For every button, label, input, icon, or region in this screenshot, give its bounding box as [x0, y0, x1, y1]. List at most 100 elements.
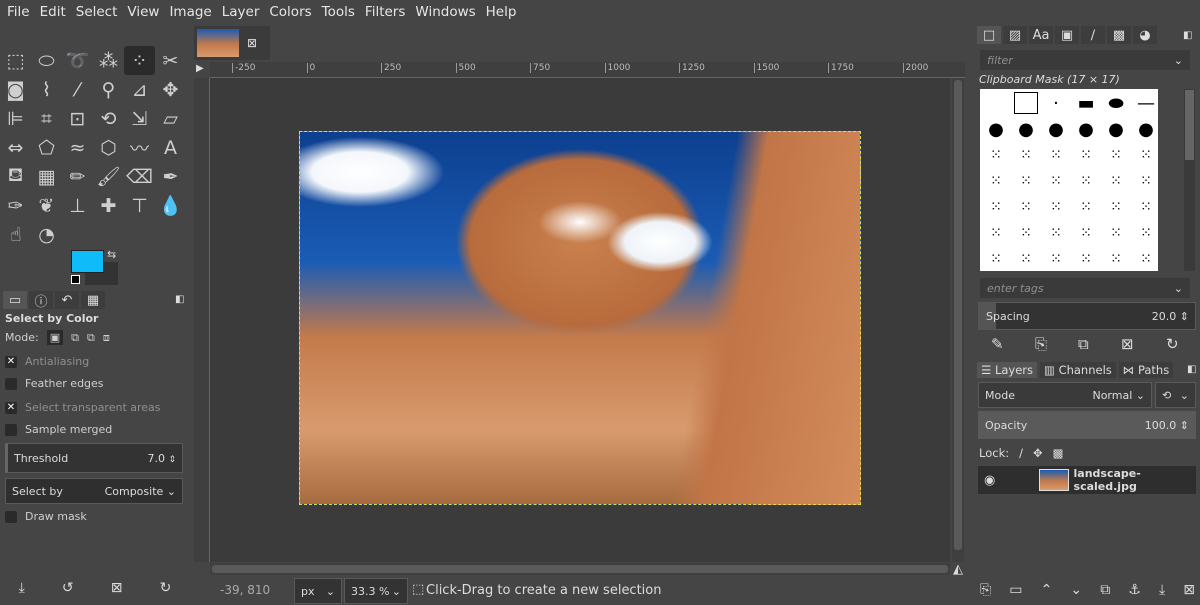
brush-item[interactable]: ⁙ — [1044, 196, 1068, 218]
tab-channels[interactable]: ▥ Channels — [1040, 362, 1116, 378]
brush-item[interactable]: ⁙ — [1014, 170, 1038, 192]
mode-add-icon[interactable]: ⧉ — [71, 331, 79, 345]
tool-heal-icon[interactable]: ✚ — [93, 191, 124, 220]
tool-clone-icon[interactable]: ⊥ — [62, 191, 93, 220]
brush-item[interactable]: · — [1044, 92, 1068, 114]
tab-palettes[interactable]: ◕ — [1133, 26, 1157, 44]
tool-smudge-icon[interactable]: ☝ — [0, 220, 31, 249]
brush-grid[interactable]: · ▬ ⬬ — ● ● ● ● ● ● ⁙ ⁙ ⁙ ⁙ ⁙ ⁙ ⁙ ⁙ ⁙ ⁙ ⁙ ⁙ ⁙ ⁙ ⁙ ⁙ ⁙ ⁙ ⁙ ⁙ ⁙ ⁙ ⁙ ⁙ ⁙ ⁙ ⁙ ⁙ ⁙ ⁙ — [980, 89, 1158, 271]
tab-fonts[interactable]: Aa — [1029, 26, 1053, 44]
menu-image[interactable]: Image — [164, 4, 216, 20]
brush-item[interactable] — [984, 92, 1008, 114]
menu-help[interactable]: Help — [481, 4, 522, 20]
brush-item[interactable]: ● — [1044, 118, 1068, 140]
brush-item[interactable]: ⁙ — [1074, 144, 1098, 166]
new-layer-group-icon[interactable]: ▭ — [1009, 582, 1022, 598]
brush-item[interactable]: ⁙ — [1014, 144, 1038, 166]
tool-pencil-icon[interactable]: ✏ — [62, 162, 93, 191]
tool-crop-icon[interactable]: ⌗ — [31, 104, 62, 133]
lock-pixels-icon[interactable]: ∕ — [1019, 446, 1023, 460]
feather-edges-checkbox[interactable] — [5, 377, 17, 390]
tool-dodge-burn-icon[interactable]: ◔ — [31, 220, 62, 249]
lock-position-icon[interactable]: ✥ — [1033, 446, 1043, 460]
brush-item[interactable]: ⁙ — [1074, 170, 1098, 192]
menu-tools[interactable]: Tools — [317, 4, 360, 20]
tool-ink-icon[interactable]: ✑ — [0, 191, 31, 220]
brush-item[interactable]: ⁙ — [984, 222, 1008, 244]
menu-file[interactable]: File — [2, 4, 35, 20]
brush-item[interactable]: ⁙ — [984, 144, 1008, 166]
mode-subtract-icon[interactable]: ⧉ — [87, 331, 95, 345]
spacing-spinner[interactable]: Spacing 20.0 ⇕ — [978, 302, 1196, 330]
menu-windows[interactable]: Windows — [410, 4, 480, 20]
brush-item[interactable]: ⁙ — [1044, 222, 1068, 244]
brush-item[interactable]: ● — [1074, 118, 1098, 140]
default-colors-icon[interactable] — [71, 275, 80, 284]
tool-text-icon[interactable]: A — [155, 133, 186, 162]
brush-item[interactable]: ⬬ — [1104, 92, 1128, 114]
tool-fuzzy-select-icon[interactable]: ⁂ — [93, 46, 124, 75]
tab-paths[interactable]: ⋈ Paths — [1118, 362, 1174, 378]
stepper-icon[interactable]: ⇕ — [168, 455, 176, 465]
swap-colors-icon[interactable]: ⇆ — [107, 248, 116, 261]
tool-rect-select-icon[interactable]: ⬚ — [0, 46, 31, 75]
delete-options-icon[interactable]: ⊠ — [111, 580, 123, 596]
brush-item[interactable]: ⁙ — [984, 196, 1008, 218]
restore-options-icon[interactable]: ↺ — [62, 580, 74, 596]
menu-view[interactable]: View — [122, 4, 164, 20]
tool-gradient-icon[interactable]: ▦ — [31, 162, 62, 191]
layer-mode-dropdown[interactable]: Mode Normal ⌄ — [978, 382, 1152, 408]
brush-item[interactable]: ● — [1134, 118, 1158, 140]
menu-edit[interactable]: Edit — [35, 4, 71, 20]
save-options-icon[interactable]: ⤓ — [19, 580, 25, 596]
tool-flip-icon[interactable]: ⇔ — [0, 133, 31, 162]
brush-item[interactable]: ⁙ — [1134, 248, 1158, 270]
brush-scrollbar[interactable] — [1184, 89, 1195, 271]
brush-item[interactable]: ⁙ — [1134, 222, 1158, 244]
edit-brush-icon[interactable]: ✎ — [991, 335, 1004, 353]
tool-measure-icon[interactable]: ⊿ — [124, 75, 155, 104]
select-by-dropdown[interactable]: Select by Composite ⌄ — [5, 478, 183, 504]
tool-paintbrush-icon[interactable]: 🖌 — [93, 162, 124, 191]
brush-item[interactable] — [1014, 92, 1038, 114]
tool-warp-transform-icon[interactable]: ≈ — [62, 133, 93, 162]
panel-menu-icon[interactable]: ◧ — [175, 294, 184, 305]
brush-item[interactable]: ⁙ — [1074, 222, 1098, 244]
tab-patterns[interactable]: ▨ — [1003, 26, 1027, 44]
foreground-color-swatch[interactable] — [71, 250, 104, 273]
tool-bucket-fill-icon[interactable]: ⛾ — [0, 162, 31, 191]
zoom-dropdown[interactable]: 33.3 % ⌄ — [344, 578, 408, 604]
brush-item[interactable]: ⁙ — [1134, 170, 1158, 192]
navigate-icon[interactable]: ◭ — [953, 562, 963, 577]
tab-layers[interactable]: ☰ Layers — [977, 362, 1038, 378]
tab-undo-history[interactable]: ↶ — [55, 291, 79, 309]
composite-mode-dropdown[interactable]: ⟲ ⌄ — [1155, 382, 1196, 408]
image-canvas[interactable] — [299, 131, 861, 505]
tool-smudge-warp-icon[interactable]: 〰 — [124, 133, 155, 162]
tool-cage-transform-icon[interactable]: ⬡ — [93, 133, 124, 162]
tool-zoom-icon[interactable]: ⚲ — [93, 75, 124, 104]
mode-intersect-icon[interactable]: ⧈ — [103, 331, 110, 345]
draw-mask-checkbox[interactable] — [5, 510, 17, 523]
menu-layer[interactable]: Layer — [217, 4, 265, 20]
brush-item[interactable]: ⁙ — [1014, 196, 1038, 218]
mode-replace-icon[interactable]: ▣ — [46, 330, 64, 345]
opacity-spinner[interactable]: Opacity 100.0 ⇕ — [978, 411, 1196, 439]
tab-paint-dynamics[interactable]: ∕ — [1081, 26, 1105, 44]
tool-color-picker-icon[interactable]: ⁄ — [62, 75, 93, 104]
brush-item[interactable]: ● — [1104, 118, 1128, 140]
lower-layer-icon[interactable]: ⌄ — [1070, 582, 1082, 598]
tab-tool-options[interactable]: ▭ — [3, 291, 27, 309]
tab-device-status[interactable]: ⓘ — [29, 291, 53, 310]
tool-airbrush-icon[interactable]: ✒ — [155, 162, 186, 191]
tool-perspective-clone-icon[interactable]: ⊤ — [124, 191, 155, 220]
sample-merged-checkbox[interactable] — [5, 423, 17, 436]
panel-menu-icon[interactable]: ◧ — [1183, 30, 1192, 41]
tool-eraser-icon[interactable]: ⌫ — [124, 162, 155, 191]
brush-item[interactable]: ⁙ — [1104, 222, 1128, 244]
tool-foreground-select-icon[interactable]: ◙ — [0, 75, 31, 104]
new-brush-icon[interactable]: ⎘ — [1035, 335, 1047, 353]
tool-scale-icon[interactable]: ⇲ — [124, 104, 155, 133]
tool-ellipse-select-icon[interactable]: ⬭ — [31, 46, 62, 75]
brush-item[interactable]: ⁙ — [984, 248, 1008, 270]
